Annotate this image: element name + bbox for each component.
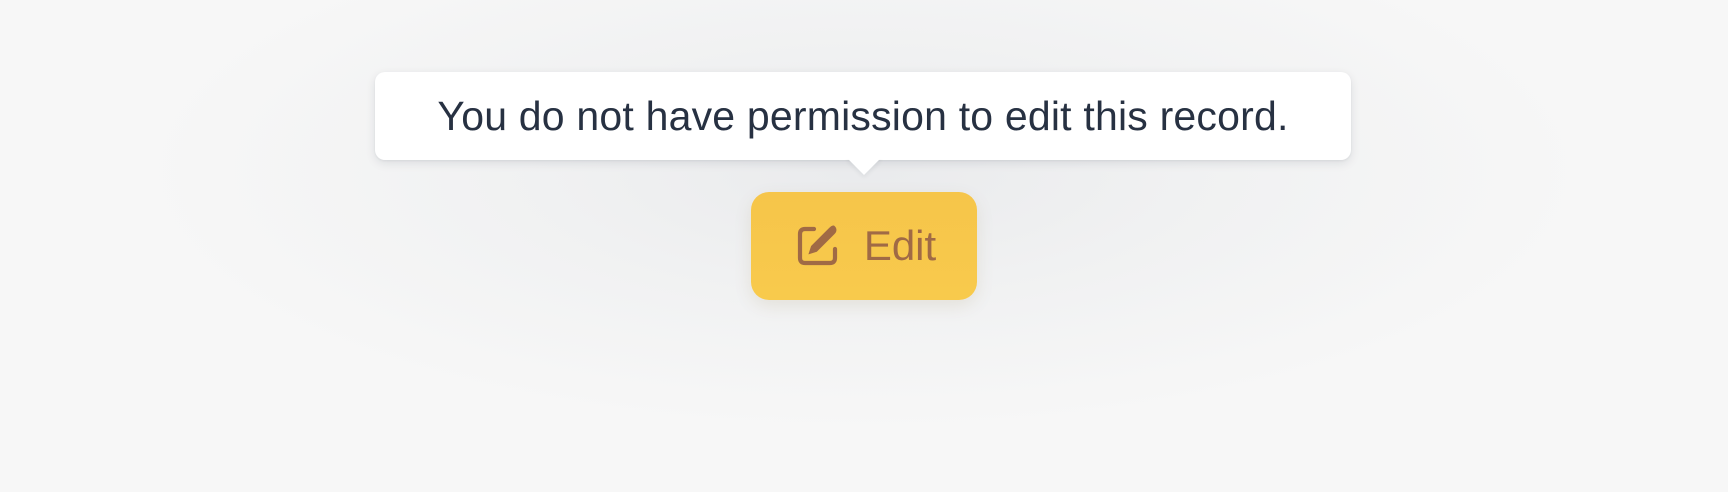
edit-icon bbox=[797, 225, 837, 266]
permission-tooltip: You do not have permission to edit this … bbox=[375, 72, 1351, 160]
edit-button-label: Edit bbox=[863, 222, 937, 269]
edit-button[interactable]: Edit bbox=[751, 192, 977, 300]
tooltip-message: You do not have permission to edit this … bbox=[437, 92, 1289, 139]
tooltip-arrow bbox=[844, 159, 884, 181]
